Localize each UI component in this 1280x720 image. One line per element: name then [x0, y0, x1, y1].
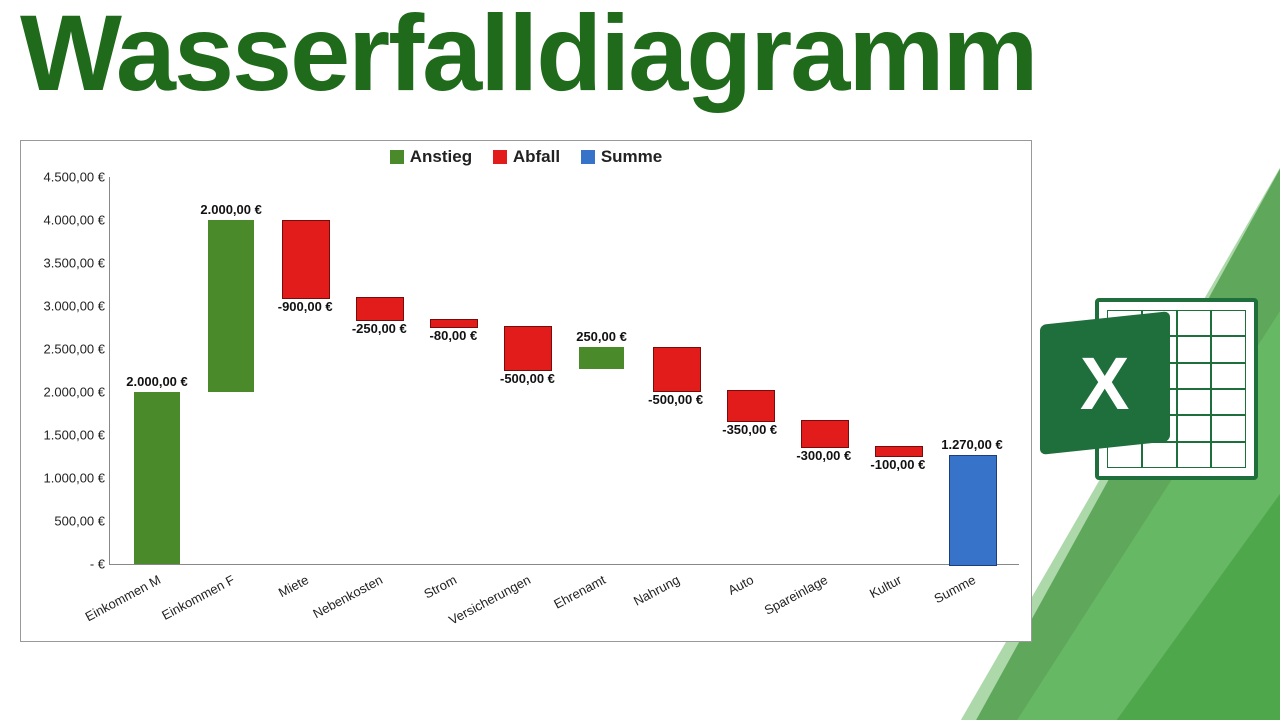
- y-tick-label: 4.500,00 €: [21, 170, 105, 185]
- chart-legend: Anstieg Abfall Summe: [21, 147, 1031, 167]
- data-label: -80,00 €: [430, 328, 478, 343]
- data-label: 2.000,00 €: [126, 374, 187, 389]
- plot-area: 2.000,00 € 2.000,00 € -900,00 € -250,00 € -8…: [109, 177, 1019, 565]
- waterfall-chart: Anstieg Abfall Summe 2.000,00 €2.000,00 …: [20, 140, 1032, 642]
- data-label: -100,00 €: [870, 457, 925, 472]
- legend-swatch-anstieg: [390, 150, 404, 164]
- legend-label: Summe: [601, 147, 662, 166]
- y-tick-label: 1.000,00 €: [21, 471, 105, 486]
- bar-abfall: [430, 319, 478, 328]
- data-label: -350,00 €: [722, 422, 777, 437]
- y-tick-label: 2.000,00 €: [21, 385, 105, 400]
- bar-abfall: [875, 446, 923, 457]
- y-tick-label: 2.500,00 €: [21, 342, 105, 357]
- y-tick-label: - €: [21, 557, 105, 572]
- data-label: -900,00 €: [278, 299, 333, 314]
- bar-abfall: [801, 420, 849, 448]
- y-tick-label: 500,00 €: [21, 514, 105, 529]
- bar-anstieg: [208, 220, 254, 392]
- decor-triangle: [1030, 480, 1280, 720]
- y-tick-label: 4.000,00 €: [21, 213, 105, 228]
- bar-anstieg: [134, 392, 180, 564]
- data-label: -500,00 €: [648, 392, 703, 407]
- bar-abfall: [504, 326, 552, 371]
- page-title: Wasserfalldiagramm: [20, 0, 1036, 115]
- legend-label: Anstieg: [410, 147, 472, 166]
- legend-label: Abfall: [513, 147, 560, 166]
- data-label: -250,00 €: [352, 321, 407, 336]
- bar-anstieg: [579, 347, 625, 369]
- y-tick-label: 3.500,00 €: [21, 256, 105, 271]
- legend-swatch-abfall: [493, 150, 507, 164]
- data-label: -300,00 €: [796, 448, 851, 463]
- bar-summe: [949, 455, 997, 566]
- excel-logo-icon: X: [1040, 290, 1250, 480]
- bar-abfall: [282, 220, 330, 299]
- data-label: -500,00 €: [500, 371, 555, 386]
- bar-abfall: [653, 347, 701, 392]
- data-label: 250,00 €: [576, 329, 627, 344]
- y-tick-label: 3.000,00 €: [21, 299, 105, 314]
- data-label: 2.000,00 €: [200, 202, 261, 217]
- bar-abfall: [356, 297, 404, 321]
- legend-swatch-summe: [581, 150, 595, 164]
- data-label: 1.270,00 €: [941, 437, 1002, 452]
- y-tick-label: 1.500,00 €: [21, 428, 105, 443]
- bar-abfall: [727, 390, 775, 422]
